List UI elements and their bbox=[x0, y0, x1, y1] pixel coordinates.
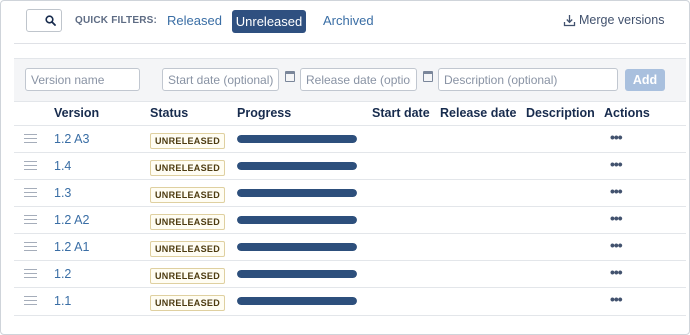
status-badge: UNRELEASED bbox=[150, 214, 226, 230]
version-row: 1.2 UNRELEASED ••• bbox=[14, 260, 686, 288]
status-badge: UNRELEASED bbox=[150, 241, 226, 257]
drag-handle-icon[interactable] bbox=[24, 215, 37, 224]
version-row: 1.2 A1 UNRELEASED ••• bbox=[14, 233, 686, 261]
column-header-version: Version bbox=[54, 106, 100, 120]
drag-handle-icon[interactable] bbox=[24, 269, 37, 278]
version-name-link[interactable]: 1.2 A3 bbox=[54, 132, 89, 146]
version-name-link[interactable]: 1.1 bbox=[54, 294, 71, 308]
status-badge: UNRELEASED bbox=[150, 160, 226, 176]
progress-bar-fill bbox=[237, 189, 357, 197]
version-row: 1.1 UNRELEASED ••• bbox=[14, 287, 686, 316]
column-header-description: Description bbox=[526, 106, 595, 120]
version-name-link[interactable]: 1.2 A1 bbox=[54, 240, 89, 254]
add-version-form: Add bbox=[14, 58, 686, 102]
release-date-calendar-icon[interactable] bbox=[423, 71, 433, 82]
merge-versions-label: Merge versions bbox=[579, 13, 665, 27]
filter-unreleased[interactable]: Unreleased bbox=[232, 10, 306, 33]
filter-released[interactable]: Released bbox=[167, 13, 222, 28]
progress-bar bbox=[237, 297, 357, 305]
progress-bar bbox=[237, 189, 357, 197]
column-header-actions: Actions bbox=[604, 106, 650, 120]
more-actions-icon[interactable]: ••• bbox=[610, 183, 623, 199]
progress-bar-fill bbox=[237, 297, 357, 305]
add-version-button[interactable]: Add bbox=[625, 69, 665, 91]
progress-bar bbox=[237, 162, 357, 170]
quick-filters-label: QUICK FILTERS: bbox=[75, 15, 158, 26]
filter-archived[interactable]: Archived bbox=[323, 13, 374, 28]
version-row: 1.2 A3 UNRELEASED ••• bbox=[14, 125, 686, 153]
version-row: 1.4 UNRELEASED ••• bbox=[14, 152, 686, 180]
progress-bar bbox=[237, 270, 357, 278]
progress-bar bbox=[237, 216, 357, 224]
search-icon bbox=[45, 15, 56, 26]
start-date-calendar-icon[interactable] bbox=[285, 71, 295, 82]
version-row: 1.2 A2 UNRELEASED ••• bbox=[14, 206, 686, 234]
release-date-input[interactable] bbox=[300, 68, 417, 91]
column-header-status: Status bbox=[150, 106, 189, 120]
status-badge: UNRELEASED bbox=[150, 268, 226, 284]
version-name-input[interactable] bbox=[25, 68, 140, 91]
more-actions-icon[interactable]: ••• bbox=[610, 210, 623, 226]
more-actions-icon[interactable]: ••• bbox=[610, 129, 623, 145]
progress-bar-fill bbox=[237, 135, 357, 143]
progress-bar bbox=[237, 243, 357, 251]
progress-bar-fill bbox=[237, 216, 357, 224]
status-badge: UNRELEASED bbox=[150, 295, 226, 311]
column-header-release-date: Release date bbox=[440, 106, 517, 120]
merge-versions-button[interactable]: Merge versions bbox=[563, 13, 664, 27]
more-actions-icon[interactable]: ••• bbox=[610, 291, 623, 307]
status-badge: UNRELEASED bbox=[150, 187, 226, 203]
drag-handle-icon[interactable] bbox=[24, 134, 37, 143]
column-header-progress: Progress bbox=[237, 106, 292, 120]
version-name-link[interactable]: 1.2 A2 bbox=[54, 213, 89, 227]
progress-bar-fill bbox=[237, 162, 357, 170]
version-name-link[interactable]: 1.3 bbox=[54, 186, 71, 200]
column-header-start-date: Start date bbox=[372, 106, 430, 120]
merge-icon bbox=[563, 14, 576, 26]
progress-bar-fill bbox=[237, 243, 357, 251]
start-date-input[interactable] bbox=[162, 68, 279, 91]
search-button[interactable] bbox=[26, 9, 62, 32]
more-actions-icon[interactable]: ••• bbox=[610, 264, 623, 280]
more-actions-icon[interactable]: ••• bbox=[610, 237, 623, 253]
version-name-link[interactable]: 1.2 bbox=[54, 267, 71, 281]
drag-handle-icon[interactable] bbox=[24, 296, 37, 305]
drag-handle-icon[interactable] bbox=[24, 242, 37, 251]
drag-handle-icon[interactable] bbox=[24, 188, 37, 197]
status-badge: UNRELEASED bbox=[150, 133, 226, 149]
progress-bar bbox=[237, 135, 357, 143]
filter-divider bbox=[14, 43, 686, 44]
more-actions-icon[interactable]: ••• bbox=[610, 156, 623, 172]
description-input[interactable] bbox=[438, 68, 618, 91]
progress-bar-fill bbox=[237, 270, 357, 278]
version-name-link[interactable]: 1.4 bbox=[54, 159, 71, 173]
drag-handle-icon[interactable] bbox=[24, 161, 37, 170]
version-row: 1.3 UNRELEASED ••• bbox=[14, 179, 686, 207]
